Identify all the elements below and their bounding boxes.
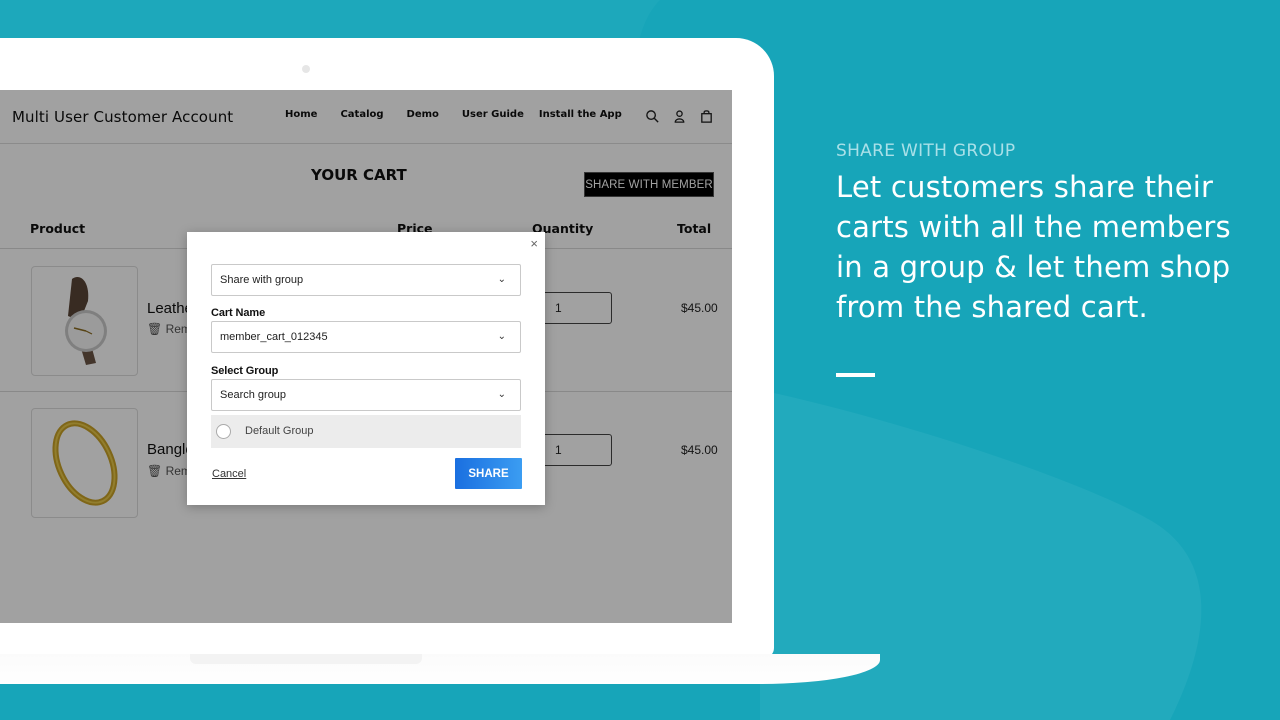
search-group-select[interactable]: Search group ⌄ (211, 379, 521, 411)
promo-eyebrow: SHARE WITH GROUP (836, 141, 1016, 161)
group-option-label: Default Group (245, 425, 314, 437)
share-button[interactable]: SHARE (455, 458, 522, 489)
laptop-base (0, 654, 880, 684)
group-option-default[interactable]: Default Group (211, 415, 521, 448)
share-type-select[interactable]: Share with group ⌄ (211, 264, 521, 296)
headline-underline (836, 373, 875, 377)
cancel-button[interactable]: Cancel (212, 468, 246, 480)
chevron-down-icon: ⌄ (497, 274, 506, 285)
share-cart-modal: × Share with group ⌄ Cart Name member_ca… (187, 232, 545, 505)
promo-headline: Let customers share their carts with all… (836, 170, 1231, 324)
chevron-down-icon: ⌄ (497, 331, 506, 342)
close-icon[interactable]: × (530, 236, 538, 251)
cart-name-select[interactable]: member_cart_012345 ⌄ (211, 321, 521, 353)
group-radio[interactable] (216, 424, 231, 439)
cart-name-label: Cart Name (211, 307, 266, 319)
select-group-label: Select Group (211, 365, 279, 377)
chevron-down-icon: ⌄ (497, 389, 506, 400)
camera-dot (302, 65, 310, 73)
laptop-notch (190, 654, 422, 664)
